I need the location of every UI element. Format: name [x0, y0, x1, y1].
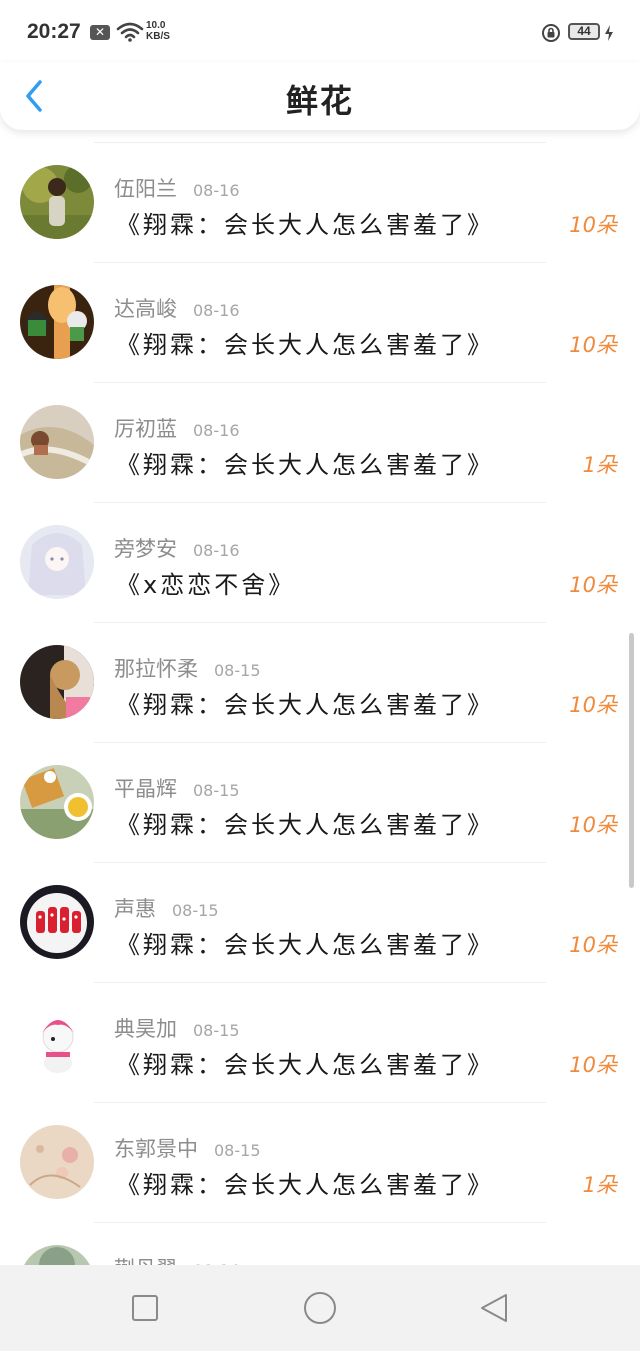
flower-amount: 10朵: [569, 693, 617, 717]
flower-amount: 10朵: [569, 813, 617, 837]
list-item[interactable]: 那拉怀柔 08-15 《翔霖：会长大人怎么害羞了》 10朵: [0, 623, 640, 743]
gift-date: 08-16: [193, 181, 240, 200]
flower-amount: 10朵: [569, 333, 617, 357]
scrollbar[interactable]: [629, 633, 634, 888]
sender-name: 平晶辉: [114, 777, 177, 801]
net-speed-unit: KB/S: [146, 31, 170, 42]
sender-name: 那拉怀柔: [114, 657, 198, 681]
flower-amount: 1朵: [582, 1173, 617, 1197]
top-app-bar: 鲜花: [0, 62, 640, 130]
gift-date: 08-16: [193, 541, 240, 560]
avatar: [20, 525, 94, 599]
gift-date: 08-15: [193, 781, 240, 800]
system-nav-bar: [0, 1265, 640, 1351]
list-item[interactable]: 东郭景中 08-15 《翔霖：会长大人怎么害羞了》 1朵: [0, 1103, 640, 1223]
book-title: 《翔霖：会长大人怎么害羞了》: [116, 1051, 494, 1079]
rotation-lock-icon: [542, 24, 560, 42]
flower-amount: 1朵: [582, 453, 617, 477]
gift-date: 08-16: [193, 421, 240, 440]
avatar: [20, 1005, 94, 1079]
notification-x-icon: ✕: [90, 25, 110, 40]
list-item[interactable]: 平晶辉 08-15 《翔霖：会长大人怎么害羞了》 10朵: [0, 743, 640, 863]
avatar: [20, 885, 94, 959]
book-title: 《x恋恋不舍》: [116, 571, 296, 599]
flower-amount: 10朵: [569, 933, 617, 957]
flower-amount: 10朵: [569, 213, 617, 237]
list-item[interactable]: 达高峻 08-16 《翔霖：会长大人怎么害羞了》 10朵: [0, 263, 640, 383]
gift-date: 08-15: [193, 1021, 240, 1040]
net-speed: 10.0 KB/S: [146, 20, 170, 42]
charging-bolt-icon: [605, 25, 613, 41]
list-item[interactable]: 伍阳兰 08-16 《翔霖：会长大人怎么害羞了》 10朵: [0, 143, 640, 263]
sender-name: 东郭景中: [114, 1137, 198, 1161]
avatar: [20, 405, 94, 479]
list-item[interactable]: 声惠 08-15 《翔霖：会长大人怎么害羞了》 10朵: [0, 863, 640, 983]
sender-name: 厉初蓝: [114, 417, 177, 441]
gift-date: 08-15: [214, 1141, 261, 1160]
list-item[interactable]: 典昊加 08-15 《翔霖：会长大人怎么害羞了》 10朵: [0, 983, 640, 1103]
wifi-icon: [116, 22, 144, 42]
book-title: 《翔霖：会长大人怎么害羞了》: [116, 331, 494, 359]
sender-name: 达高峻: [114, 297, 177, 321]
book-title: 《翔霖：会长大人怎么害羞了》: [116, 1171, 494, 1199]
avatar: [20, 165, 94, 239]
gift-date: 08-15: [214, 661, 261, 680]
list-item[interactable]: 厉初蓝 08-16 《翔霖：会长大人怎么害羞了》 1朵: [0, 383, 640, 503]
sender-name: 声惠: [114, 897, 156, 921]
book-title: 《翔霖：会长大人怎么害羞了》: [116, 211, 494, 239]
flower-gift-list: 伍阳兰 08-16 《翔霖：会长大人怎么害羞了》 10朵 达高峻 08-16 《翔霖…: [0, 143, 640, 1343]
status-time: 20:27: [27, 20, 81, 43]
avatar: [20, 285, 94, 359]
gift-date: 08-16: [193, 301, 240, 320]
sender-name: 旁梦安: [114, 537, 177, 561]
status-bar: 20:27 ✕ 10.0 KB/S 44: [0, 0, 640, 62]
book-title: 《翔霖：会长大人怎么害羞了》: [116, 811, 494, 839]
sender-name: 伍阳兰: [114, 177, 177, 201]
book-title: 《翔霖：会长大人怎么害羞了》: [116, 931, 494, 959]
avatar: [20, 765, 94, 839]
gift-date: 08-15: [172, 901, 219, 920]
battery-icon: 44: [568, 23, 600, 40]
book-title: 《翔霖：会长大人怎么害羞了》: [116, 451, 494, 479]
recents-square-icon[interactable]: [127, 1290, 163, 1326]
book-title: 《翔霖：会长大人怎么害羞了》: [116, 691, 494, 719]
avatar: [20, 645, 94, 719]
net-speed-value: 10.0: [146, 20, 166, 31]
back-triangle-icon[interactable]: [476, 1290, 512, 1326]
flower-amount: 10朵: [569, 1053, 617, 1077]
list-item[interactable]: 旁梦安 08-16 《x恋恋不舍》 10朵: [0, 503, 640, 623]
flower-amount: 10朵: [569, 573, 617, 597]
home-circle-icon[interactable]: [302, 1290, 338, 1326]
sender-name: 典昊加: [114, 1017, 177, 1041]
avatar: [20, 1125, 94, 1199]
page-title: 鲜花: [285, 82, 354, 120]
